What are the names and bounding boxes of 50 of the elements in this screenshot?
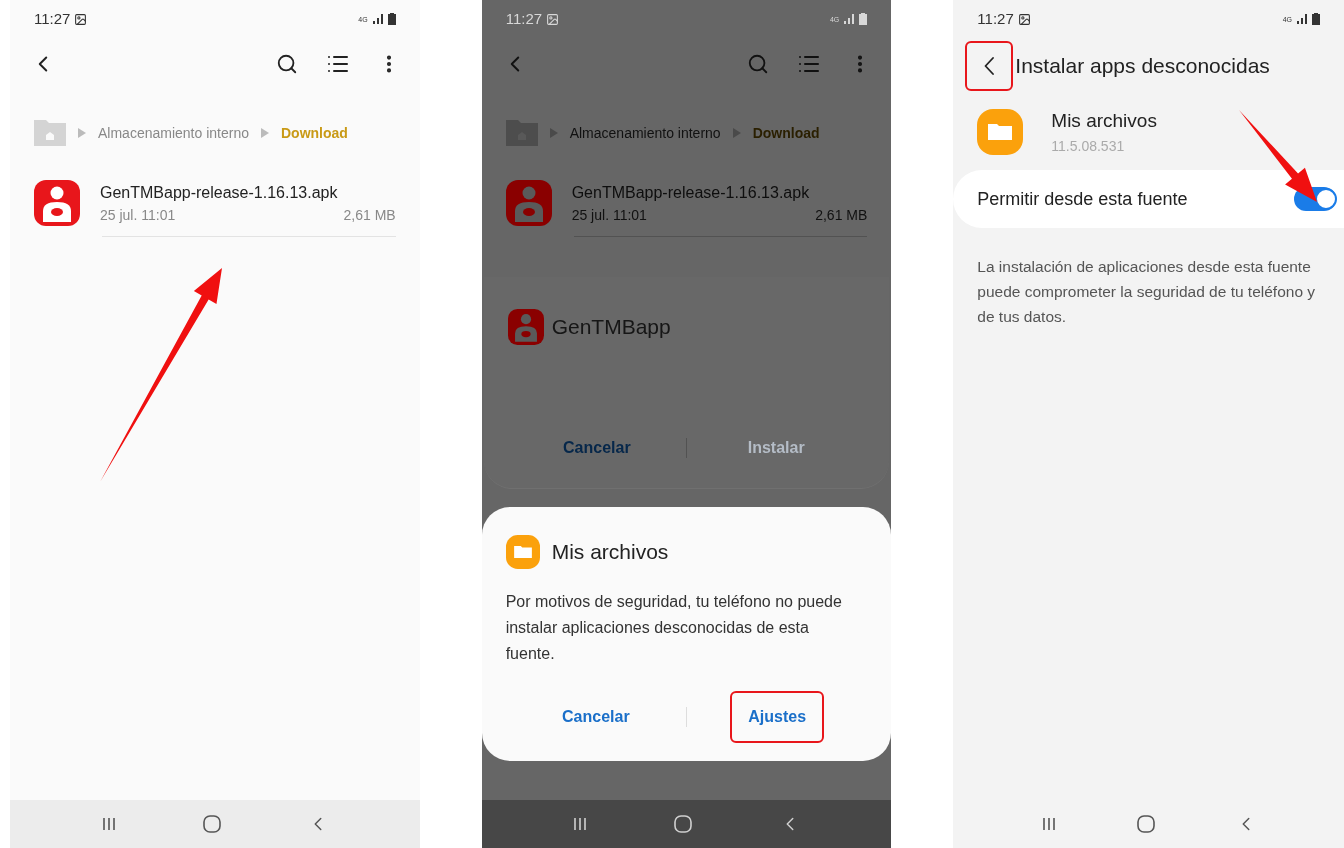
dialog-message: Por motivos de seguridad, tu teléfono no puede instalar aplicaciones desconocidas de esta fuente. — [505, 592, 843, 664]
search-icon[interactable] — [275, 53, 298, 75]
description-text: La instalación de aplicaciones desde esta fuente puede comprometer la seguridad de tu teléfono y de tus datos. — [976, 257, 1317, 327]
signal-icon — [1296, 13, 1308, 25]
image-icon — [74, 12, 88, 26]
app-name: Mis archivos — [1051, 109, 1157, 134]
breadcrumb-item[interactable]: Almacenamiento interno — [98, 122, 249, 144]
breadcrumb-arrow-icon — [549, 128, 558, 138]
install-sheet-button[interactable]: Cancelar — [555, 436, 639, 460]
status-time: 11:27 — [977, 8, 1014, 29]
folder-app-icon — [505, 535, 540, 569]
recent-apps-icon[interactable] — [572, 816, 589, 832]
home-icon[interactable] — [201, 814, 222, 834]
home-icon[interactable] — [1135, 814, 1156, 834]
file-date: 25 jul. 11:01 — [571, 205, 647, 225]
signal-icon — [371, 13, 384, 25]
app-version: 11.5.08.531 — [1051, 136, 1126, 156]
dialog-button[interactable]: Ajustes — [730, 691, 825, 743]
battery-icon — [859, 13, 868, 25]
app-icon — [505, 180, 552, 226]
breadcrumb-arrow-icon — [261, 128, 269, 138]
battery-icon — [387, 13, 396, 25]
recent-apps-icon[interactable] — [100, 816, 117, 832]
screen-title: Instalar apps desconocidas — [1015, 53, 1270, 80]
app-icon — [34, 180, 80, 226]
file-name[interactable]: GenTMBapp-release-1.16.13.apk — [571, 180, 868, 205]
file-size: 2,61 MB — [343, 205, 396, 225]
dialog-title: Mis archivos — [551, 539, 669, 566]
folder-app-icon — [977, 109, 1024, 155]
toggle-label: Permitir desde esta fuente — [977, 187, 1188, 211]
file-date: 25 jul. 11:01 — [100, 205, 176, 225]
recent-apps-icon[interactable] — [1040, 816, 1057, 832]
image-icon — [1017, 12, 1031, 26]
file-name[interactable]: GenTMBapp-release-1.16.13.apk — [100, 180, 396, 205]
battery-icon — [1312, 13, 1320, 25]
chevron-left-icon — [984, 57, 995, 75]
breadcrumb-arrow-icon — [732, 128, 741, 138]
file-size: 2,61 MB — [815, 205, 868, 225]
dialog-button[interactable]: Cancelar — [544, 691, 648, 743]
breadcrumb-item[interactable]: Download — [752, 122, 820, 144]
signal-icon — [843, 13, 856, 25]
breadcrumb-item[interactable]: Download — [281, 122, 348, 144]
app-icon — [507, 309, 544, 345]
image-icon — [546, 12, 560, 26]
breadcrumb-item[interactable]: Almacenamiento interno — [569, 122, 721, 144]
status-time: 11:27 — [505, 8, 543, 29]
toggle-row[interactable]: Permitir desde esta fuente — [953, 170, 1344, 228]
status-time: 11:27 — [34, 8, 71, 29]
breadcrumb-arrow-icon — [78, 128, 86, 138]
install-app-name: GenTMBapp — [551, 314, 671, 341]
